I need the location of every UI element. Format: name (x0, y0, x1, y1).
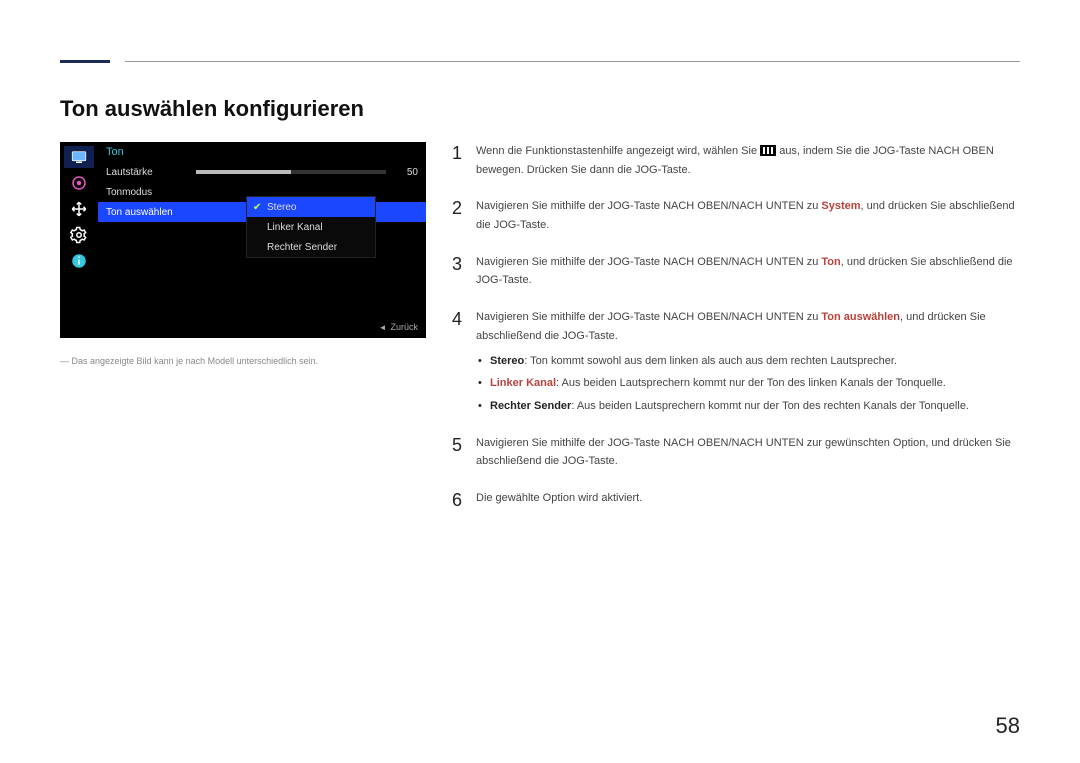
osd-panel-title: Ton (98, 142, 426, 162)
osd-submenu-stereo: ✔ Stereo (247, 197, 375, 217)
osd-submenu-opt1: Stereo (267, 202, 296, 213)
b2-text: : Aus beiden Lautsprechern kommt nur der… (556, 377, 946, 389)
step2-a: Navigieren Sie mithilfe der JOG-Taste NA… (476, 200, 821, 212)
step1-a: Wenn die Funktionstastenhilfe angezeigt … (476, 145, 760, 157)
header-line (125, 61, 1020, 62)
bullet-right: Rechter Sender: Aus beiden Lautsprechern… (476, 397, 1020, 416)
osd-volume-slider (196, 170, 386, 174)
step-3: Navigieren Sie mithilfe der JOG-Taste NA… (452, 253, 1020, 290)
osd-back-hint: Zurück (379, 322, 418, 332)
step-1: Wenn die Funktionstastenhilfe angezeigt … (452, 142, 1020, 179)
osd-select-label: Ton auswählen (106, 207, 196, 218)
step-2: Navigieren Sie mithilfe der JOG-Taste NA… (452, 197, 1020, 234)
header-accent (60, 60, 110, 63)
step2-hl: System (821, 200, 860, 212)
osd-submenu-opt2: Linker Kanal (267, 222, 323, 233)
step4-a: Navigieren Sie mithilfe der JOG-Taste NA… (476, 311, 821, 323)
step-5: Navigieren Sie mithilfe der JOG-Taste NA… (452, 434, 1020, 471)
osd-volume-fill (196, 170, 291, 174)
osd-row-volume: Lautstärke 50 (98, 162, 426, 182)
osd-submenu-opt3: Rechter Sender (267, 242, 337, 253)
osd-submenu-right: Rechter Sender (247, 237, 375, 257)
model-note: Das angezeigte Bild kann je nach Modell … (60, 356, 426, 366)
bullet-left: Linker Kanal: Aus beiden Lautsprechern k… (476, 374, 1020, 393)
sound-tab-icon (64, 172, 94, 194)
osd-screenshot: Ton Lautstärke 50 Tonmodus Ton auswählen (60, 142, 426, 338)
steps-list: Wenn die Funktionstastenhilfe angezeigt … (452, 142, 1020, 508)
b2-head: Linker Kanal (490, 377, 556, 389)
b1-head: Stereo (490, 355, 524, 367)
osd-mode-label: Tonmodus (106, 187, 196, 198)
page-number: 58 (996, 713, 1020, 739)
step-6: Die gewählte Option wird aktiviert. (452, 489, 1020, 508)
step4-hl: Ton auswählen (821, 311, 900, 323)
menu-icon (760, 145, 776, 156)
step3-hl: Ton (821, 256, 840, 268)
osd-volume-label: Lautstärke (106, 167, 196, 178)
picture-tab-icon (64, 146, 94, 168)
bullet-stereo: Stereo: Ton kommt sowohl aus dem linken … (476, 352, 1020, 371)
step-4: Navigieren Sie mithilfe der JOG-Taste NA… (452, 308, 1020, 415)
page-title: Ton auswählen konfigurieren (60, 96, 1020, 122)
osd-submenu-left: Linker Kanal (247, 217, 375, 237)
b1-text: : Ton kommt sowohl aus dem linken als au… (524, 355, 897, 367)
settings-tab-icon (64, 224, 94, 246)
osd-submenu: ✔ Stereo Linker Kanal Rechter Sender (246, 196, 376, 258)
b3-head: Rechter Sender (490, 400, 571, 412)
osd-sidebar (64, 146, 94, 334)
info-tab-icon (64, 250, 94, 272)
move-tab-icon (64, 198, 94, 220)
step3-a: Navigieren Sie mithilfe der JOG-Taste NA… (476, 256, 821, 268)
osd-volume-value: 50 (394, 167, 418, 178)
b3-text: : Aus beiden Lautsprechern kommt nur der… (571, 400, 969, 412)
check-icon: ✔ (253, 202, 263, 213)
options-bullets: Stereo: Ton kommt sowohl aus dem linken … (476, 352, 1020, 416)
